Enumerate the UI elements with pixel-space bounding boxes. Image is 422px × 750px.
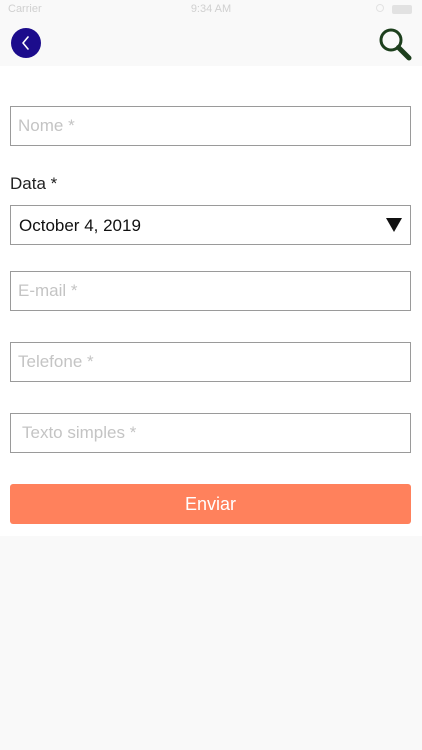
- submit-button[interactable]: Enviar: [10, 484, 411, 524]
- phone-field: [10, 342, 411, 382]
- text-field: [10, 413, 411, 453]
- search-icon: [379, 28, 412, 61]
- date-value: October 4, 2019: [19, 216, 141, 235]
- status-time: 9:34 AM: [190, 3, 232, 15]
- phone-input[interactable]: [11, 343, 410, 381]
- contact-form: Data * October 4, 2019 Enviar: [0, 66, 422, 536]
- navigation-bar: [0, 20, 422, 66]
- name-input[interactable]: [11, 107, 410, 145]
- dropdown-arrow-icon: [386, 218, 402, 232]
- search-button[interactable]: [378, 27, 412, 61]
- back-button[interactable]: [11, 28, 41, 58]
- date-picker[interactable]: October 4, 2019: [10, 205, 411, 245]
- text-input[interactable]: [11, 414, 410, 452]
- date-label: Data *: [10, 174, 58, 193]
- location-icon: [376, 4, 384, 12]
- status-bar: Carrier 9:34 AM: [0, 0, 422, 20]
- email-input[interactable]: [11, 272, 410, 310]
- chevron-left-icon: [22, 36, 29, 50]
- name-field: [10, 106, 411, 146]
- email-field: [10, 271, 411, 311]
- battery-icon: [392, 5, 412, 14]
